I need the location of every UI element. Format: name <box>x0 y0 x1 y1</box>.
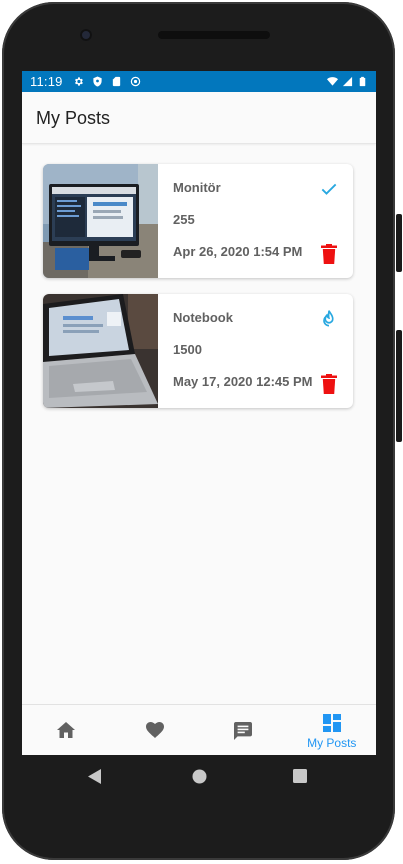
dashboard-icon <box>322 714 341 732</box>
check-icon <box>321 183 337 195</box>
signal-icon <box>342 76 353 87</box>
nav-item-favorites[interactable] <box>111 705 200 755</box>
nav-item-messages[interactable] <box>199 705 288 755</box>
bottom-navigation: My Posts <box>22 704 376 755</box>
fire-icon <box>323 310 334 327</box>
post-photo-notebook <box>43 294 158 408</box>
nav-item-my-posts[interactable]: My Posts <box>288 705 377 755</box>
post-price: 1500 <box>173 342 202 357</box>
delete-button[interactable] <box>321 374 337 394</box>
status-time: 11:19 <box>30 74 63 89</box>
post-title: Notebook <box>173 310 233 325</box>
back-icon[interactable] <box>88 769 102 784</box>
post-info: Notebook 1500 May 17, 2020 12:45 PM <box>158 294 353 408</box>
post-card[interactable]: Notebook 1500 May 17, 2020 12:45 PM <box>43 294 353 408</box>
phone-frame: 11:19 My Posts Monitör 255 Apr 26, 2020 … <box>0 0 403 864</box>
app-bar: My Posts <box>22 92 376 144</box>
posts-list: Monitör 255 Apr 26, 2020 1:54 PM Noteboo… <box>22 144 376 704</box>
app-screen: 11:19 My Posts Monitör 255 Apr 26, 2020 … <box>22 71 376 755</box>
earpiece-speaker <box>158 31 270 39</box>
volume-button <box>396 330 402 442</box>
post-photo-monitor <box>43 164 158 278</box>
power-button <box>396 214 402 272</box>
post-price: 255 <box>173 212 195 227</box>
page-title: My Posts <box>36 108 111 128</box>
home-icon <box>57 722 76 738</box>
front-camera <box>80 29 92 41</box>
wifi-icon <box>327 77 338 86</box>
post-info: Monitör 255 Apr 26, 2020 1:54 PM <box>158 164 353 278</box>
heart-icon <box>145 722 164 738</box>
chat-icon <box>234 722 253 740</box>
home-circle-icon[interactable] <box>192 769 207 784</box>
sd-card-icon <box>112 76 120 87</box>
shield-icon <box>92 76 102 87</box>
post-card[interactable]: Monitör 255 Apr 26, 2020 1:54 PM <box>43 164 353 278</box>
delete-button[interactable] <box>321 244 337 264</box>
post-date: May 17, 2020 12:45 PM <box>173 374 313 389</box>
recents-icon[interactable] <box>293 769 307 783</box>
nav-item-home[interactable] <box>22 705 111 755</box>
post-title: Monitör <box>173 180 221 195</box>
system-navigation-bar <box>22 755 376 799</box>
sync-icon <box>130 76 140 87</box>
post-date: Apr 26, 2020 1:54 PM <box>173 244 303 259</box>
battery-icon <box>359 76 366 87</box>
status-bar: 11:19 <box>22 71 376 92</box>
gear-icon <box>74 77 83 86</box>
nav-label-my-posts: My Posts <box>307 736 357 750</box>
